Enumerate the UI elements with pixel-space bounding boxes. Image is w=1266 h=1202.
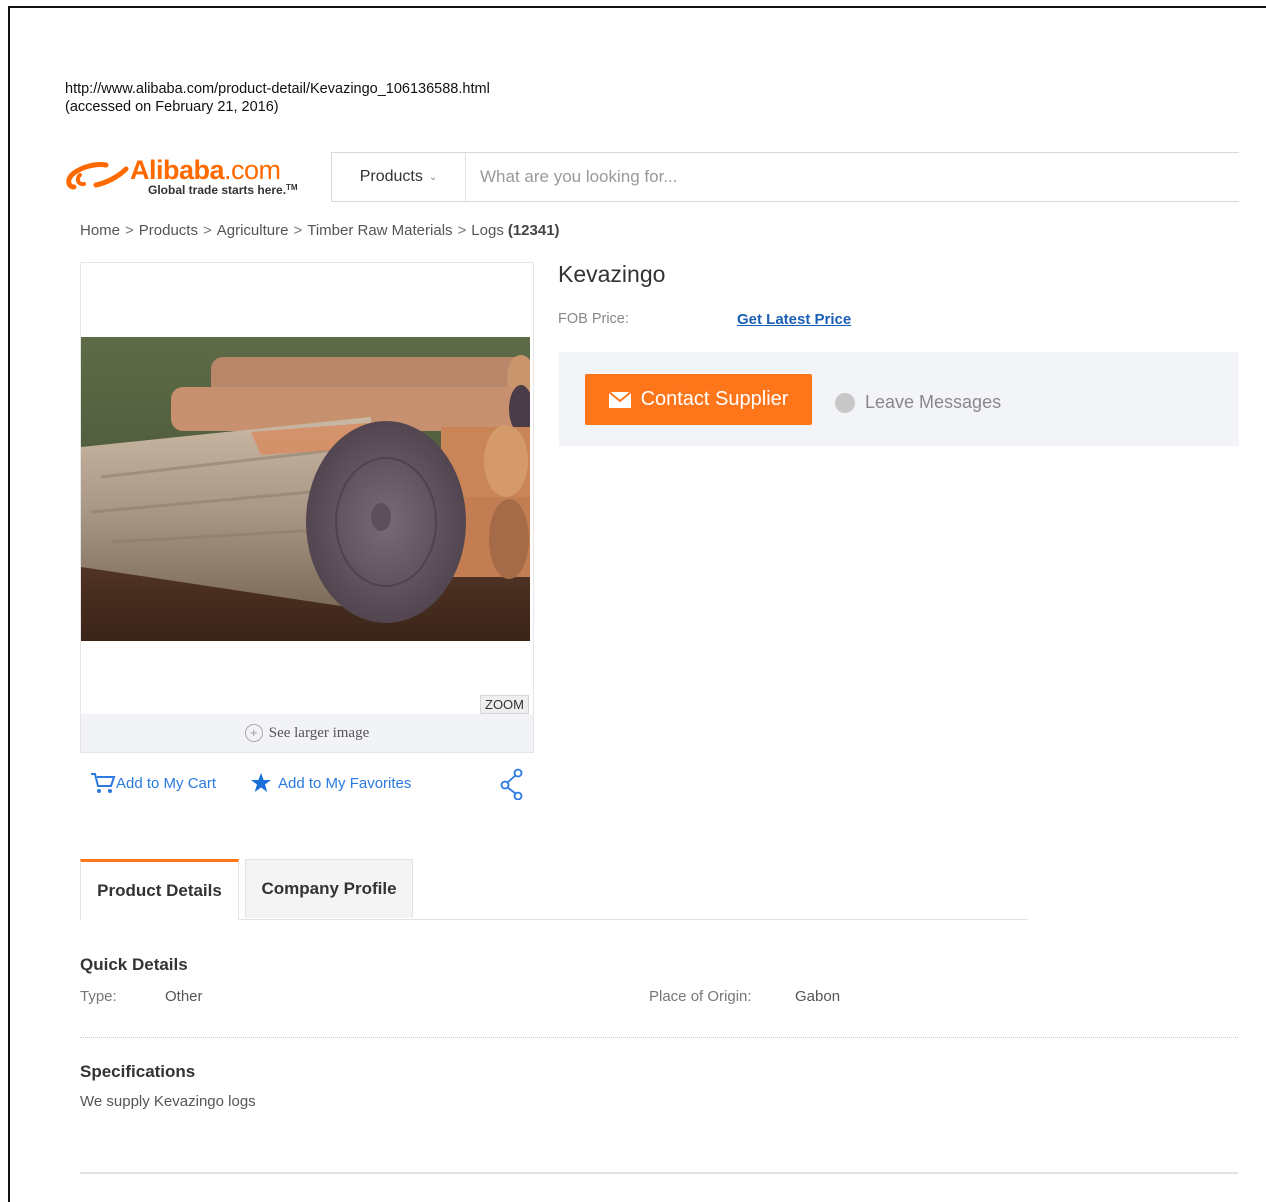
add-to-favorites-link[interactable]: Add to My Favorites xyxy=(250,772,411,794)
contact-supplier-label: Contact Supplier xyxy=(640,388,789,410)
breadcrumb-count: (12341) xyxy=(507,222,560,239)
alibaba-logo[interactable]: Alibaba.com Global trade starts here.TM xyxy=(66,155,326,201)
search-category-dropdown[interactable]: Products ⌄ xyxy=(332,153,466,201)
envelope-icon xyxy=(608,391,631,408)
zoom-in-icon: + xyxy=(244,724,263,742)
breadcrumb-timber[interactable]: Timber Raw Materials xyxy=(307,222,452,239)
zoom-button[interactable]: ZOOM xyxy=(480,695,529,714)
source-accessed-date: (accessed on February 21, 2016) xyxy=(65,99,279,115)
quick-details-title: Quick Details xyxy=(80,955,188,974)
search-bar: Products ⌄ xyxy=(331,152,1239,202)
breadcrumb-separator: > xyxy=(293,222,303,239)
contact-panel: Contact Supplier Leave Messages xyxy=(559,352,1239,446)
logo-dotcom: .com xyxy=(224,155,281,185)
specifications-text: We supply Kevazingo logs xyxy=(80,1093,256,1110)
type-label: Type: xyxy=(80,988,117,1005)
chevron-down-icon: ⌄ xyxy=(428,171,438,183)
logo-name: Alibaba xyxy=(130,155,225,185)
contact-supplier-button[interactable]: Contact Supplier xyxy=(585,374,812,425)
message-icon xyxy=(835,392,855,413)
breadcrumb-home[interactable]: Home xyxy=(80,222,120,239)
star-icon xyxy=(251,773,271,792)
cart-icon xyxy=(91,773,116,793)
leave-messages-link[interactable]: Leave Messages xyxy=(835,392,1001,413)
breadcrumb: Home > Products > Agriculture > Timber Raw Mat… xyxy=(80,222,560,239)
logo-wordmark: Alibaba.com xyxy=(130,155,281,186)
divider xyxy=(80,1172,1238,1174)
logo-tagline: Global trade starts here.TM xyxy=(148,183,298,197)
add-to-favorites-label: Add to My Favorites xyxy=(278,774,412,792)
share-icon xyxy=(500,768,523,800)
breadcrumb-logs[interactable]: Logs xyxy=(471,222,504,239)
add-to-cart-link[interactable]: Add to My Cart xyxy=(90,772,216,794)
tab-product-details[interactable]: Product Details xyxy=(80,859,239,920)
place-of-origin-label: Place of Origin: xyxy=(649,988,752,1005)
divider xyxy=(80,1037,1238,1038)
product-photo[interactable] xyxy=(81,337,530,641)
search-input[interactable] xyxy=(466,152,1239,202)
alibaba-logo-icon xyxy=(66,162,129,190)
product-actions: Add to My Cart Add to My Favorites xyxy=(90,768,530,800)
see-larger-image-link[interactable]: + See larger image xyxy=(81,714,533,752)
logo-trademark: TM xyxy=(286,183,298,192)
fob-price-label: FOB Price: xyxy=(558,311,629,327)
specifications-title: Specifications xyxy=(80,1062,196,1081)
source-citation: http://www.alibaba.com/product-detail/Ke… xyxy=(65,80,490,116)
logo-tagline-text: Global trade starts here. xyxy=(148,183,287,197)
product-image-panel: ZOOM + See larger image xyxy=(80,262,534,753)
share-button[interactable] xyxy=(500,768,526,800)
source-url: http://www.alibaba.com/product-detail/Ke… xyxy=(65,81,490,97)
search-category-label: Products xyxy=(359,168,423,185)
detail-tabs: Product Details Company Profile xyxy=(80,859,1028,920)
breadcrumb-agriculture[interactable]: Agriculture xyxy=(217,222,289,239)
product-title: Kevazingo xyxy=(558,261,666,287)
breadcrumb-separator: > xyxy=(202,222,212,239)
type-value: Other xyxy=(165,988,203,1005)
see-larger-image-label: See larger image xyxy=(268,724,370,741)
place-of-origin-value: Gabon xyxy=(795,988,841,1005)
breadcrumb-products[interactable]: Products xyxy=(139,222,198,239)
tab-company-profile[interactable]: Company Profile xyxy=(245,859,413,918)
breadcrumb-separator: > xyxy=(125,222,134,239)
breadcrumb-separator: > xyxy=(457,222,467,239)
leave-messages-label: Leave Messages xyxy=(865,392,1002,412)
get-latest-price-link[interactable]: Get Latest Price xyxy=(737,311,851,328)
add-to-cart-label: Add to My Cart xyxy=(116,774,217,792)
